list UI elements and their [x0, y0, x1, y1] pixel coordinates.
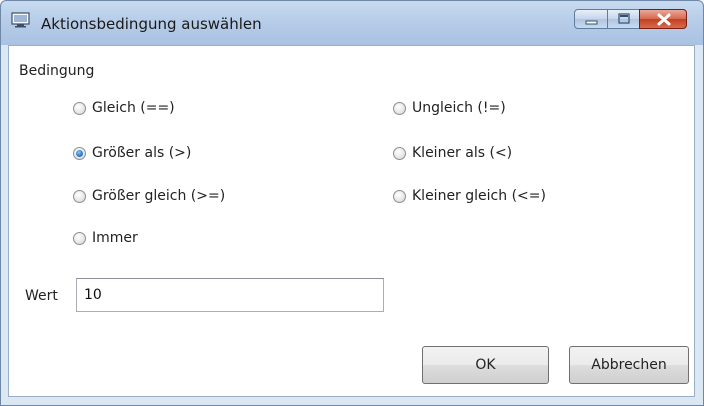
radio-greater-than[interactable]: Größer als (>): [73, 143, 191, 163]
radio-less-equal[interactable]: Kleiner gleich (<=): [393, 186, 546, 206]
value-input[interactable]: [76, 278, 384, 312]
radio-button-icon[interactable]: [73, 101, 86, 115]
close-icon: [657, 13, 671, 26]
radio-button-icon[interactable]: [73, 231, 86, 245]
radio-button-icon[interactable]: [73, 189, 86, 203]
value-label: Wert: [25, 288, 58, 304]
radio-not-equal[interactable]: Ungleich (!=): [393, 98, 506, 118]
radio-button-icon[interactable]: [393, 146, 406, 160]
radio-button-checked-icon[interactable]: [73, 146, 86, 160]
radio-equal[interactable]: Gleich (==): [73, 98, 175, 118]
close-button[interactable]: [639, 9, 687, 29]
radio-label: Größer als (>): [92, 145, 192, 161]
minimize-icon: [585, 20, 598, 25]
cancel-button[interactable]: Abbrechen: [569, 346, 689, 384]
minimize-button[interactable]: [574, 9, 608, 29]
dialog-content: Bedingung Gleich (==) Ungleich (!=) Größ…: [8, 45, 695, 397]
radio-button-icon[interactable]: [393, 101, 406, 115]
radio-label: Größer gleich (>=): [92, 188, 226, 204]
condition-group-label: Bedingung: [19, 63, 95, 79]
radio-label: Kleiner gleich (<=): [412, 188, 546, 204]
ok-button[interactable]: OK: [422, 346, 549, 384]
title-bar[interactable]: Aktionsbedingung auswählen: [1, 1, 703, 45]
dialog-window: Aktionsbedingung auswählen Bedingung Gle…: [0, 0, 704, 406]
radio-label: Gleich (==): [92, 100, 175, 116]
radio-label: Immer: [92, 230, 138, 246]
radio-label: Kleiner als (<): [412, 145, 513, 161]
radio-button-icon[interactable]: [393, 189, 406, 203]
radio-label: Ungleich (!=): [412, 100, 506, 116]
radio-less-than[interactable]: Kleiner als (<): [393, 143, 512, 163]
window-title: Aktionsbedingung auswählen: [41, 15, 262, 33]
radio-always[interactable]: Immer: [73, 228, 138, 248]
application-icon: [11, 12, 31, 28]
radio-greater-equal[interactable]: Größer gleich (>=): [73, 186, 225, 206]
maximize-button[interactable]: [607, 9, 640, 29]
maximize-icon: [618, 13, 630, 24]
